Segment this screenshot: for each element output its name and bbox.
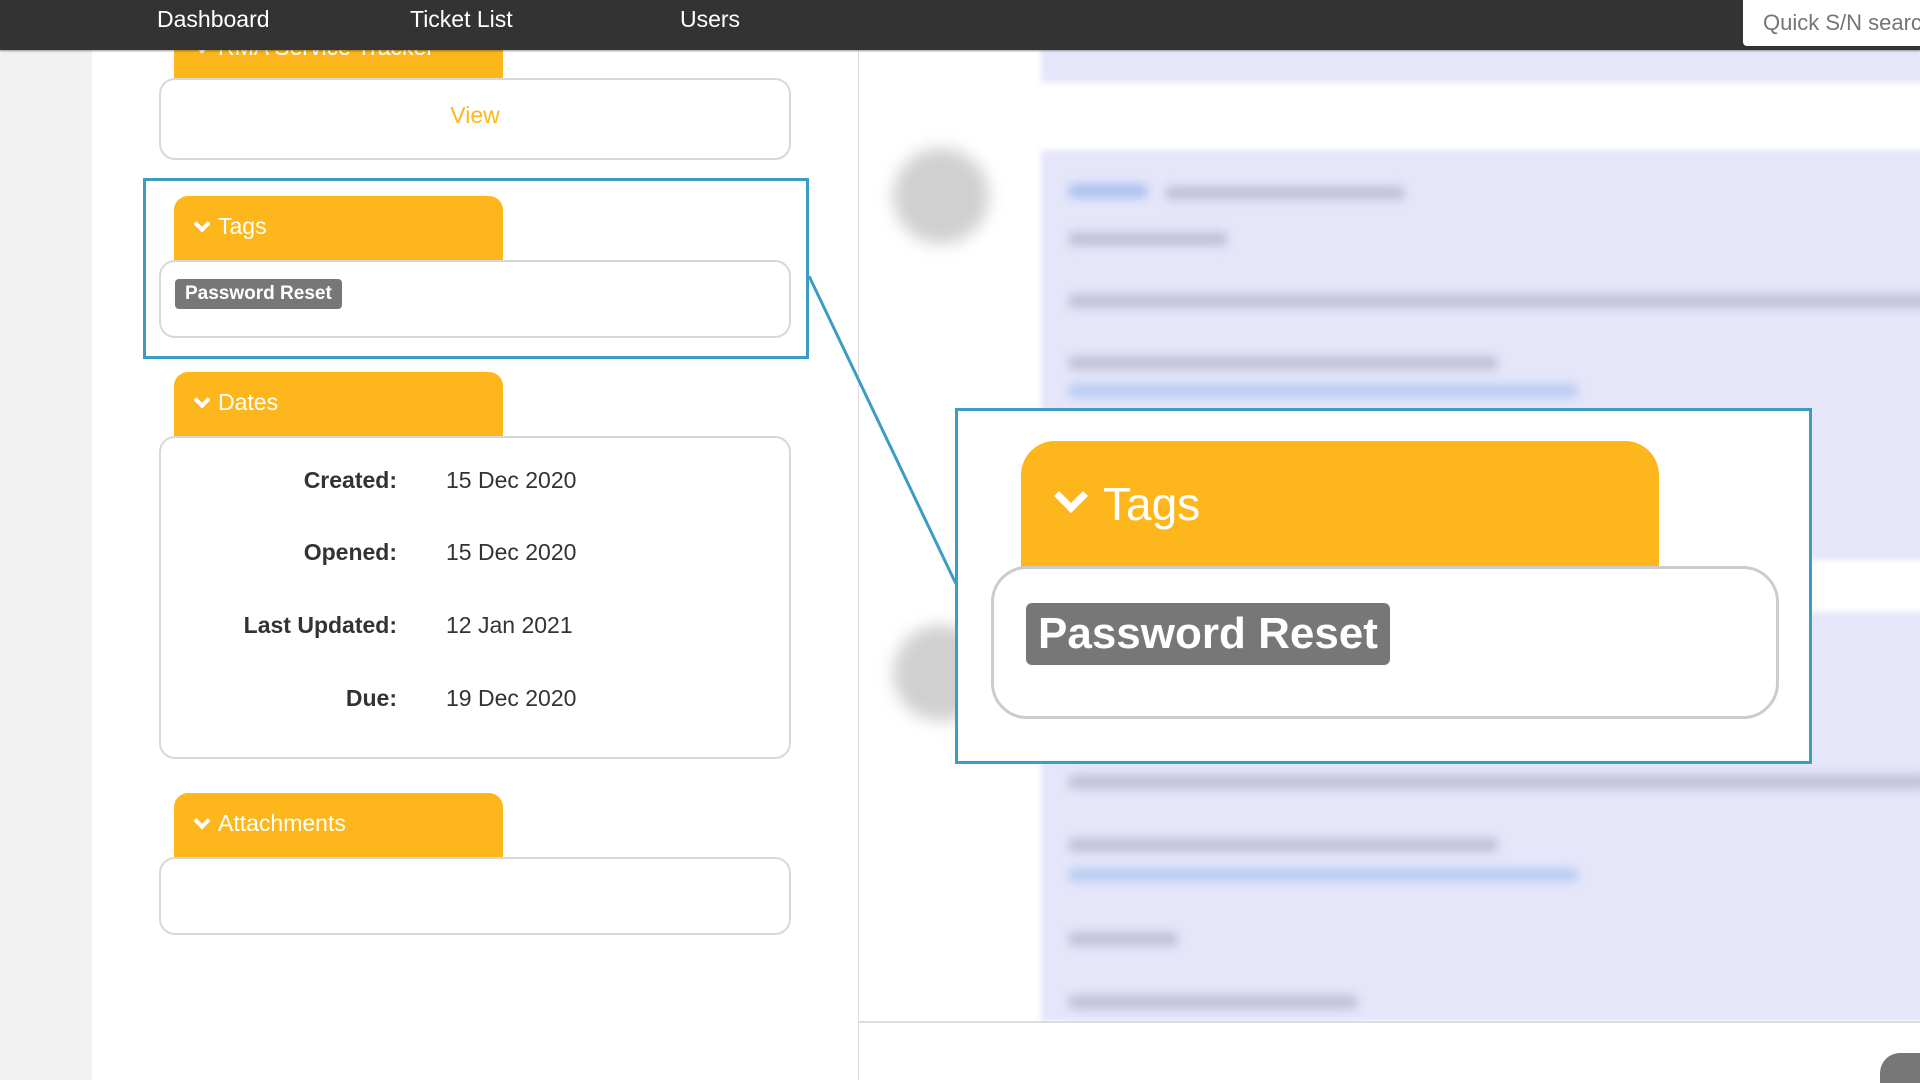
nav-ticket-list[interactable]: Ticket List — [410, 6, 513, 33]
quick-sn-search-input[interactable] — [1743, 0, 1920, 46]
nav-users[interactable]: Users — [680, 6, 740, 33]
callout-tags-card: Password Reset — [991, 566, 1779, 719]
connector-line — [807, 275, 958, 585]
callout-tag-badge: Password Reset — [1026, 603, 1390, 665]
callout-tags-header: Tags — [1021, 441, 1659, 569]
top-nav: Dashboard Ticket List Users — [0, 0, 1920, 50]
tags-zoom-callout: Tags Password Reset — [955, 408, 1812, 764]
callout-tags-title: Tags — [1103, 478, 1201, 530]
nav-dashboard[interactable]: Dashboard — [157, 6, 270, 33]
chevron-down-icon — [1054, 479, 1088, 513]
